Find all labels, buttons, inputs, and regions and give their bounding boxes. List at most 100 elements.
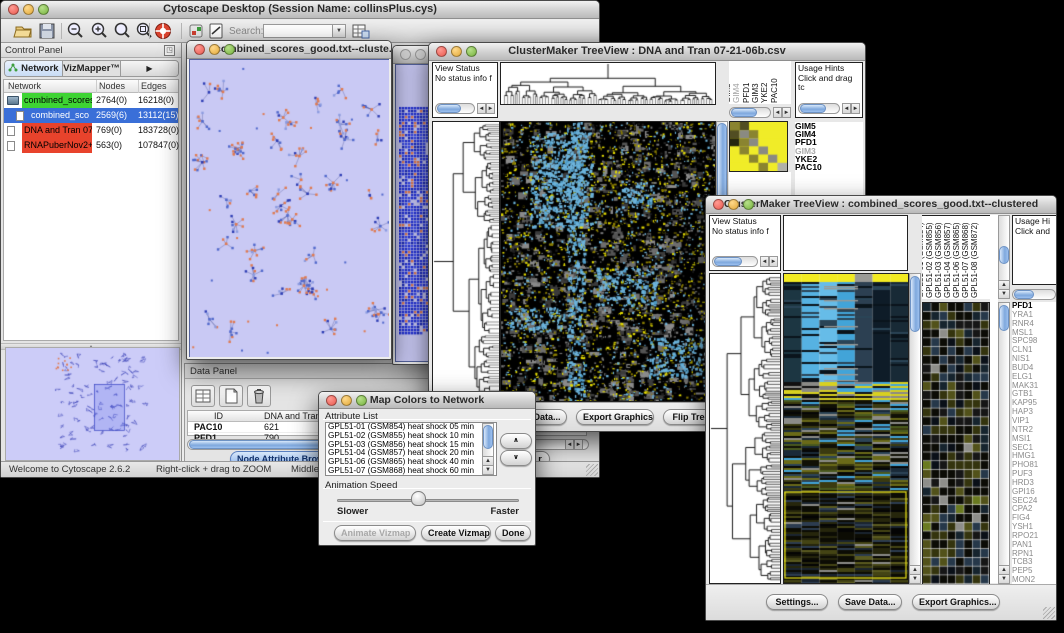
global-vscrollbar[interactable]: ▲ ▼ [909, 273, 921, 584]
usage-hints-hscrollbar[interactable]: ◄► [798, 102, 860, 115]
network-canvas-frame [189, 59, 389, 357]
zoom-column-label: GPL51-03 (GSM856) [934, 222, 943, 298]
save-icon[interactable] [37, 21, 58, 41]
usage-hints-panel: Usage Hints Click and drag tc ◄► [795, 62, 863, 118]
tab-network[interactable]: Network [5, 61, 63, 76]
import-table-icon[interactable] [350, 21, 371, 41]
tab-overflow-icon[interactable]: ▶ [121, 61, 178, 76]
scroll-left-icon: ◄ [760, 256, 769, 267]
tab-vizmapper[interactable]: VizMapper™ [63, 61, 121, 76]
slider-thumb[interactable] [411, 491, 426, 506]
zoom-hscrollbar[interactable]: ◄► [729, 106, 791, 119]
network-canvas[interactable] [190, 60, 389, 357]
zoom-window-icon[interactable] [38, 4, 49, 15]
scroll-up-icon: ▲ [483, 456, 493, 465]
global-heatmap-canvas[interactable] [500, 121, 716, 402]
animation-speed-slider[interactable] [337, 499, 519, 502]
window-resize-grip[interactable] [1043, 607, 1055, 619]
minimize-icon[interactable] [415, 49, 426, 60]
close-icon[interactable] [194, 44, 205, 55]
float-panel-icon[interactable]: ◳ [164, 45, 175, 56]
view-status-hscrollbar[interactable]: ◄► [712, 255, 778, 268]
status-hint-zoom: Right-click + drag to ZOOM [156, 464, 271, 475]
export-graphics-button[interactable]: Export Graphics... [576, 409, 654, 425]
attribute-list-vscrollbar[interactable]: ▲ ▼ [482, 423, 494, 475]
scroll-down-icon: ▼ [999, 574, 1009, 583]
help-lifering-icon[interactable] [153, 21, 174, 41]
export-graphics-button[interactable]: Export Graphics... [912, 594, 1000, 610]
vizmapper-icon[interactable] [186, 21, 207, 41]
map-colors-dialog: Map Colors to Network Attribute List GPL… [318, 391, 536, 546]
zoom-window-icon[interactable] [356, 395, 367, 406]
network-nodes-count: 563(0) [96, 138, 122, 153]
minimize-icon[interactable] [341, 395, 352, 406]
close-icon[interactable] [8, 4, 19, 15]
zoom-column-label: GPL51-04 (GSM857) [943, 222, 952, 298]
dialog-titlebar[interactable]: Map Colors to Network [319, 392, 535, 409]
network-row[interactable]: combined_scores 2764(0) 16218(0) [4, 93, 178, 108]
toolbar-separator [149, 23, 150, 39]
labels-top-vscrollbar[interactable]: ▲ ▼ [998, 215, 1010, 299]
attribute-list-item[interactable]: GPL51-07 (GSM868) heat shock 60 min [326, 467, 496, 476]
annotation-icon[interactable] [206, 21, 227, 41]
network-list-body: combined_scores 2764(0) 16218(0) combine… [4, 93, 178, 153]
delete-attribute-icon[interactable] [247, 385, 271, 407]
close-icon[interactable] [713, 199, 724, 210]
row-dendrogram-canvas[interactable] [432, 121, 500, 402]
main-titlebar[interactable]: Cytoscape Desktop (Session Name: collins… [1, 1, 599, 19]
minimize-icon[interactable] [209, 44, 220, 55]
network-row[interactable]: RNAPuberNov2+ 563(0) 107847(0) [4, 138, 178, 153]
birdseye-view-canvas[interactable] [5, 347, 180, 461]
network-row[interactable]: combined_sco 2569(6) 13112(15) [4, 108, 178, 123]
treeview2-buttonbar: Settings... Save Data... Export Graphics… [706, 584, 1056, 620]
network-row[interactable]: DNA and Tran 07 769(0) 183728(0) [4, 123, 178, 138]
zoom-column-label: YKE2 [760, 83, 769, 103]
minimize-icon[interactable] [23, 4, 34, 15]
search-dropdown-icon[interactable]: ▼ [333, 24, 346, 38]
search-input[interactable] [263, 24, 333, 38]
close-icon[interactable] [400, 49, 411, 60]
zoom-vscrollbar[interactable]: ▲ ▼ [998, 302, 1010, 584]
save-data-button[interactable]: Save Data... [838, 594, 902, 610]
minimize-icon[interactable] [451, 46, 462, 57]
row-dendrogram-canvas[interactable] [709, 273, 781, 584]
window-resize-grip[interactable] [586, 464, 598, 476]
scroll-down-icon: ▼ [999, 289, 1009, 298]
network-titlebar[interactable]: combined_scores_good.txt--cluste... [187, 41, 391, 59]
data-table-scroll-arrows[interactable]: ◄ ► [565, 439, 583, 450]
zoom-selected-icon[interactable] [134, 21, 155, 41]
treeview2-titlebar[interactable]: ClusterMaker TreeView : combined_scores_… [706, 196, 1056, 214]
view-status-hscrollbar[interactable]: ◄► [435, 102, 495, 115]
zoom-column-label: GIM3 [751, 83, 760, 103]
create-vizmap-button[interactable]: Create Vizmap [421, 525, 491, 541]
settings-button[interactable]: Settings... [766, 594, 828, 610]
close-icon[interactable] [326, 395, 337, 406]
zoom-heatmap-canvas[interactable] [729, 121, 788, 172]
zoom-in-icon[interactable] [89, 21, 110, 41]
animate-vizmap-button[interactable]: Animate Vizmap [334, 525, 416, 541]
control-panel-tabs: Network VizMapper™ ▶ [4, 60, 179, 77]
column-dendrogram-canvas[interactable] [500, 62, 716, 105]
zoom-fit-icon[interactable] [112, 21, 133, 41]
zoom-out-icon[interactable] [65, 21, 86, 41]
select-attributes-icon[interactable] [191, 385, 215, 407]
zoom-heatmap-canvas[interactable] [922, 302, 990, 585]
main-window-title: Cytoscape Desktop (Session Name: collins… [163, 3, 437, 15]
document-icon [16, 111, 24, 121]
move-up-button[interactable]: ∧ [500, 433, 532, 449]
zoom-window-icon[interactable] [224, 44, 235, 55]
minimize-icon[interactable] [728, 199, 739, 210]
treeview1-titlebar[interactable]: ClusterMaker TreeView : DNA and Tran 07-… [429, 43, 865, 61]
move-down-button[interactable]: ∨ [500, 450, 532, 466]
done-button[interactable]: Done [495, 525, 531, 541]
attribute-listbox[interactable]: GPL51-01 (GSM854) heat shock 05 minGPL51… [325, 422, 497, 476]
zoom-window-icon[interactable] [466, 46, 477, 57]
close-icon[interactable] [436, 46, 447, 57]
scroll-right-icon: ► [769, 256, 778, 267]
new-attribute-icon[interactable] [219, 385, 243, 407]
zoom-window-icon[interactable] [743, 199, 754, 210]
open-file-icon[interactable] [13, 21, 34, 41]
zoom-gap [990, 215, 998, 583]
usage-hints-hscrollbar[interactable] [1012, 288, 1056, 301]
global-heatmap-canvas[interactable] [783, 273, 909, 584]
